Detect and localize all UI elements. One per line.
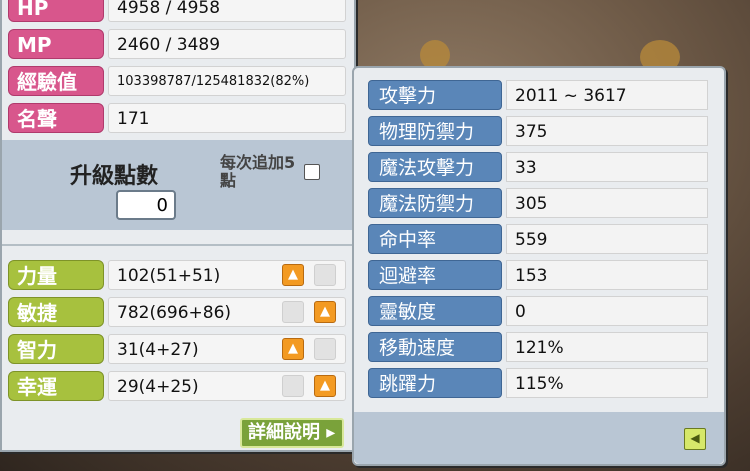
- detail-label: 靈敏度: [368, 296, 502, 326]
- stat-label: 力量: [8, 260, 104, 290]
- arrow-left-icon: ◀: [690, 431, 700, 445]
- dex-up-button-disabled: [282, 301, 304, 323]
- detail-row-weapon-defense: 物理防禦力 375: [368, 114, 714, 148]
- stat-value: 782(696+86): [108, 297, 346, 327]
- stat-label: 名聲: [8, 103, 104, 133]
- int-up-button-disabled: [314, 338, 336, 360]
- stat-label: 經驗值: [8, 66, 104, 96]
- stat-row-str: 力量 102(51+51) ▲: [8, 258, 346, 292]
- detail-value: 305: [506, 188, 708, 218]
- detail-value: 2011 ~ 3617: [506, 80, 708, 110]
- stat-row-dex: 敏捷 782(696+86) ▲: [8, 295, 346, 329]
- detail-label: 魔法攻擊力: [368, 152, 502, 182]
- luk-up-button-disabled: [282, 375, 304, 397]
- detail-stat-window: 攻擊力 2011 ~ 3617 物理防禦力 375 魔法攻擊力 33 魔法防禦力…: [352, 66, 726, 466]
- stat-row-hp: HP 4958 / 4958: [8, 0, 346, 24]
- detail-label: 魔法防禦力: [368, 188, 502, 218]
- collapse-button[interactable]: ◀: [684, 428, 706, 450]
- stat-row-mp: MP 2460 / 3489: [8, 27, 346, 61]
- arrow-up-icon: ▲: [320, 304, 330, 319]
- detail-label: 跳躍力: [368, 368, 502, 398]
- detail-button-label: 詳細說明: [248, 422, 320, 443]
- ability-point-label: 升級點數: [70, 164, 159, 189]
- arrow-up-icon: ▲: [320, 378, 330, 393]
- stat-row-luk: 幸運 29(4+25) ▲: [8, 369, 346, 403]
- stat-label: HP: [8, 0, 104, 22]
- stat-row-int: 智力 31(4+27) ▲: [8, 332, 346, 366]
- arrow-up-icon: ▲: [288, 267, 298, 282]
- stat-label: 敏捷: [8, 297, 104, 327]
- detail-row-speed: 移動速度 121%: [368, 330, 714, 364]
- auto-add-label: 每次追加5點: [220, 153, 296, 190]
- stat-row-exp: 經驗值 103398787/125481832(82%): [8, 64, 346, 98]
- detail-label: 移動速度: [368, 332, 502, 362]
- detail-footer: ◀: [354, 412, 724, 464]
- dex-up-button[interactable]: ▲: [314, 301, 336, 323]
- detail-value: 33: [506, 152, 708, 182]
- detail-value: 559: [506, 224, 708, 254]
- detail-value: 121%: [506, 332, 708, 362]
- stat-value: 31(4+27): [108, 334, 346, 364]
- detail-row-jump: 跳躍力 115%: [368, 366, 714, 400]
- str-up-button-disabled: [314, 264, 336, 286]
- stat-label: 智力: [8, 334, 104, 364]
- divider: [2, 244, 354, 246]
- detail-row-attack: 攻擊力 2011 ~ 3617: [368, 78, 714, 112]
- stat-window: HP 4958 / 4958 MP 2460 / 3489 經驗值 103398…: [0, 0, 356, 452]
- detail-button[interactable]: 詳細說明 ▸: [240, 418, 344, 448]
- stat-value: 2460 / 3489: [108, 29, 346, 59]
- str-up-button[interactable]: ▲: [282, 264, 304, 286]
- stat-value: 103398787/125481832(82%): [108, 66, 346, 96]
- detail-label: 物理防禦力: [368, 116, 502, 146]
- stat-value: 4958 / 4958: [108, 0, 346, 22]
- stat-value: 29(4+25): [108, 371, 346, 401]
- detail-row-hands: 靈敏度 0: [368, 294, 714, 328]
- detail-row-magic-attack: 魔法攻擊力 33: [368, 150, 714, 184]
- detail-value: 115%: [506, 368, 708, 398]
- arrow-up-icon: ▲: [288, 341, 298, 356]
- ability-point-value: 0: [116, 190, 176, 220]
- detail-row-avoidability: 迴避率 153: [368, 258, 714, 292]
- int-up-button[interactable]: ▲: [282, 338, 304, 360]
- ability-point-section: 升級點數 0 每次追加5點: [2, 140, 354, 230]
- auto-add-checkbox[interactable]: [304, 164, 320, 180]
- stat-label: 幸運: [8, 371, 104, 401]
- chevron-right-icon: ▸: [320, 422, 336, 443]
- luk-up-button[interactable]: ▲: [314, 375, 336, 397]
- detail-label: 命中率: [368, 224, 502, 254]
- stat-label: MP: [8, 29, 104, 59]
- detail-value: 153: [506, 260, 708, 290]
- detail-value: 375: [506, 116, 708, 146]
- detail-label: 迴避率: [368, 260, 502, 290]
- detail-row-accuracy: 命中率 559: [368, 222, 714, 256]
- stat-row-fame: 名聲 171: [8, 101, 346, 135]
- detail-label: 攻擊力: [368, 80, 502, 110]
- stat-value: 171: [108, 103, 346, 133]
- detail-row-magic-defense: 魔法防禦力 305: [368, 186, 714, 220]
- detail-value: 0: [506, 296, 708, 326]
- stat-value: 102(51+51): [108, 260, 346, 290]
